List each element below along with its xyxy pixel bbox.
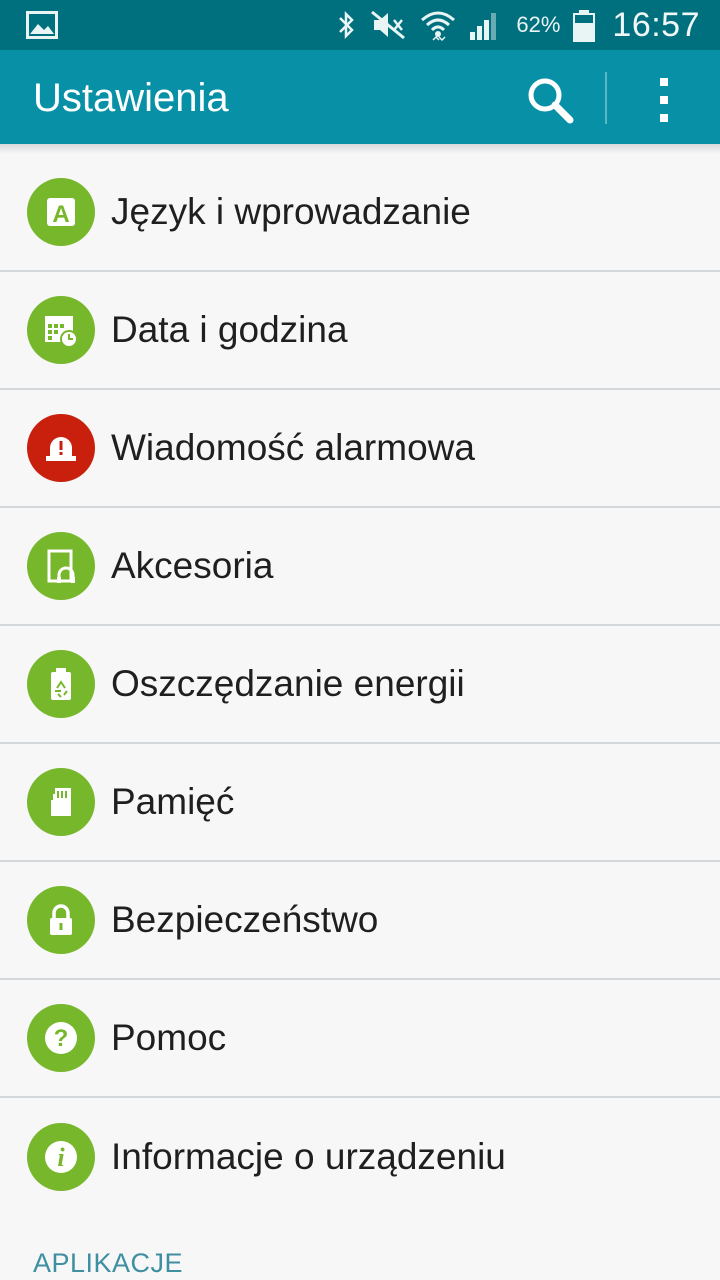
action-bar-divider: [605, 72, 607, 124]
settings-item-storage[interactable]: Pamięć: [0, 744, 720, 862]
settings-item-emergency-alert[interactable]: Wiadomość alarmowa: [0, 390, 720, 508]
settings-item-power-saving[interactable]: Oszczędzanie energii: [0, 626, 720, 744]
svg-text:A: A: [52, 201, 69, 228]
signal-icon: [470, 13, 497, 40]
gallery-icon: [26, 11, 58, 39]
wifi-icon: [421, 11, 456, 42]
overflow-menu-button[interactable]: [636, 68, 692, 132]
settings-item-label: Data i godzina: [111, 309, 348, 350]
settings-item-help[interactable]: ? Pomoc: [0, 980, 720, 1098]
clock: 16:57: [612, 5, 700, 44]
section-header-apps: APLIKACJE: [33, 1248, 184, 1278]
bluetooth-icon: [339, 10, 355, 40]
date-time-icon: [27, 296, 95, 364]
settings-item-label: Język i wprowadzanie: [111, 191, 471, 232]
settings-item-label: Bezpieczeństwo: [111, 899, 379, 940]
action-bar-shadow: [0, 144, 720, 154]
battery-icon: [573, 10, 596, 42]
settings-item-label: Akcesoria: [111, 545, 274, 586]
battery-percent: 62%: [516, 12, 561, 37]
language-icon: A: [27, 178, 95, 246]
security-icon: [27, 886, 95, 954]
action-bar: Ustawienia: [0, 50, 720, 144]
settings-item-accessories[interactable]: Akcesoria: [0, 508, 720, 626]
settings-item-device-info[interactable]: i Informacje o urządzeniu: [0, 1098, 720, 1216]
settings-item-date-time[interactable]: Data i godzina: [0, 272, 720, 390]
settings-item-language[interactable]: A Język i wprowadzanie: [0, 154, 720, 272]
settings-list: A Język i wprowadzanie Data i godzina Wi…: [0, 154, 720, 1216]
storage-icon: [27, 768, 95, 836]
settings-item-label: Pomoc: [111, 1017, 227, 1058]
settings-item-label: Pamięć: [111, 781, 235, 822]
accessories-icon: [27, 532, 95, 600]
search-button[interactable]: [518, 68, 582, 132]
emergency-alert-icon: [27, 414, 95, 482]
more-vert-icon: [660, 78, 668, 86]
svg-text:?: ?: [54, 1025, 69, 1052]
info-icon: i: [27, 1123, 95, 1191]
page-title: Ustawienia: [33, 76, 229, 120]
settings-item-security[interactable]: Bezpieczeństwo: [0, 862, 720, 980]
settings-item-label: Informacje o urządzeniu: [111, 1136, 506, 1177]
settings-item-label: Wiadomość alarmowa: [111, 427, 475, 468]
search-icon: [528, 78, 574, 124]
settings-item-label: Oszczędzanie energii: [111, 663, 465, 704]
help-icon: ?: [27, 1004, 95, 1072]
power-saving-icon: [27, 650, 95, 718]
status-bar: 62% 16:57: [0, 0, 720, 50]
svg-text:i: i: [57, 1143, 65, 1172]
mute-icon: [371, 10, 406, 40]
